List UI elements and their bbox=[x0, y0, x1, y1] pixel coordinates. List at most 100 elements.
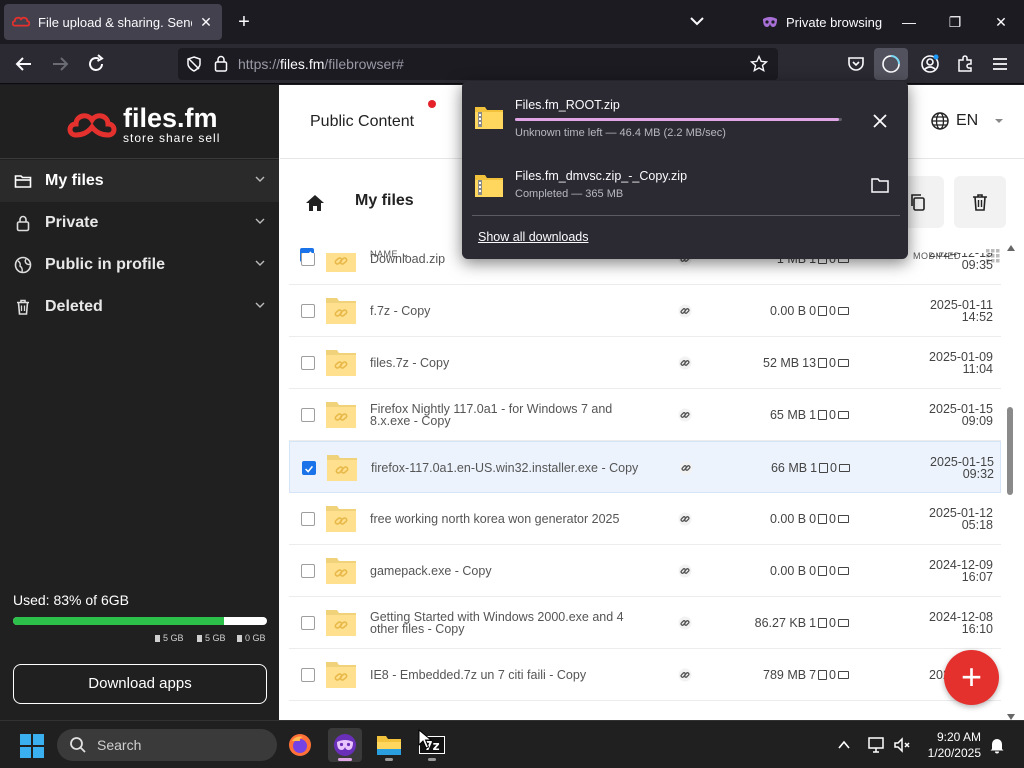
share-link-icon[interactable] bbox=[678, 512, 692, 526]
row-checkbox[interactable] bbox=[301, 564, 315, 578]
trash-icon bbox=[973, 194, 987, 211]
folder-icon bbox=[14, 175, 32, 188]
taskbar-firefox-private[interactable] bbox=[328, 728, 362, 762]
reload-icon[interactable] bbox=[86, 54, 106, 74]
download-progress-icon bbox=[882, 55, 900, 73]
row-checkbox[interactable] bbox=[301, 512, 315, 526]
pocket-icon[interactable] bbox=[846, 54, 866, 74]
table-row[interactable]: Getting Started with Windows 2000.exe an… bbox=[289, 597, 1001, 649]
file-name[interactable]: IE8 - Embedded.7z un 7 citi faili - Copy bbox=[370, 649, 650, 701]
share-link-icon[interactable] bbox=[678, 616, 692, 630]
file-name[interactable]: f.7z - Copy bbox=[370, 285, 650, 337]
file-size-info: 86.27 KB 1 0 bbox=[729, 616, 849, 630]
sidebar-item-label: Deleted bbox=[45, 298, 103, 315]
lock-icon[interactable] bbox=[214, 55, 228, 72]
show-in-folder-icon[interactable] bbox=[871, 177, 889, 193]
folder-count: 0 bbox=[829, 356, 836, 370]
extensions-puzzle-icon[interactable] bbox=[955, 54, 975, 74]
file-explorer-icon bbox=[377, 736, 401, 755]
shared-folder-icon bbox=[326, 610, 356, 636]
delete-button[interactable] bbox=[954, 176, 1006, 228]
table-row[interactable]: firefox-117.0a1.en-US.win32.installer.ex… bbox=[289, 441, 1001, 493]
table-row[interactable]: gamepack.exe - Copy 0.00 B 0 0 2024-12-09 16:… bbox=[289, 545, 1001, 597]
address-bar[interactable]: https://files.fm/filebrowser# bbox=[178, 48, 778, 80]
show-all-downloads-link[interactable]: Show all downloads bbox=[478, 230, 589, 244]
row-checkbox[interactable] bbox=[301, 668, 315, 682]
logo-tagline: store share sell bbox=[123, 131, 221, 145]
tracking-protection-shield-icon[interactable] bbox=[186, 56, 202, 72]
list-all-tabs-icon[interactable] bbox=[688, 12, 706, 30]
share-link-icon[interactable] bbox=[678, 356, 692, 370]
share-link-icon[interactable] bbox=[678, 564, 692, 578]
restore-button[interactable]: ❐ bbox=[943, 10, 967, 34]
tab-title: File upload & sharing. Send large files bbox=[38, 14, 192, 30]
file-name[interactable]: Getting Started with Windows 2000.exe an… bbox=[370, 597, 650, 649]
hamburger-menu-icon[interactable] bbox=[990, 54, 1010, 74]
bookmark-star-icon[interactable] bbox=[750, 55, 768, 73]
close-window-button[interactable]: ✕ bbox=[989, 10, 1013, 34]
table-row[interactable]: Firefox Nightly 117.0a1 - for Windows 7 … bbox=[289, 389, 1001, 441]
downloads-button[interactable] bbox=[874, 48, 908, 80]
chevron-down-icon bbox=[255, 302, 265, 308]
new-tab-icon[interactable]: + bbox=[234, 12, 254, 32]
tab-close-icon[interactable]: ✕ bbox=[198, 14, 214, 31]
account-icon[interactable] bbox=[920, 54, 940, 74]
row-checkbox[interactable] bbox=[301, 356, 315, 370]
volume-muted-icon[interactable] bbox=[893, 736, 911, 754]
row-checkbox[interactable] bbox=[301, 616, 315, 630]
cancel-download-icon[interactable] bbox=[870, 111, 890, 131]
back-arrow-icon[interactable] bbox=[14, 54, 34, 74]
sidebar-item-public-in-profile[interactable]: Public in profile bbox=[0, 244, 279, 286]
file-name[interactable]: files.7z - Copy bbox=[370, 337, 650, 389]
share-link-icon[interactable] bbox=[679, 461, 693, 475]
folder-count-icon bbox=[839, 464, 850, 472]
add-upload-button[interactable]: + bbox=[944, 650, 999, 705]
row-checkbox[interactable] bbox=[301, 253, 315, 266]
folder-count-icon bbox=[838, 567, 849, 575]
sidebar-item-deleted[interactable]: Deleted bbox=[0, 286, 279, 328]
storage-usage-bar bbox=[13, 617, 267, 625]
windows-start-icon[interactable] bbox=[20, 734, 44, 758]
row-checkbox[interactable] bbox=[301, 304, 315, 318]
share-link-icon[interactable] bbox=[678, 304, 692, 318]
storage-legend-item: 5 GB bbox=[155, 633, 184, 643]
cloud-logo-icon bbox=[67, 113, 117, 138]
system-clock[interactable]: 9:20 AM 1/20/2025 bbox=[925, 729, 981, 761]
chevron-up-icon[interactable] bbox=[837, 738, 851, 752]
forward-arrow-icon[interactable] bbox=[50, 54, 70, 74]
table-row[interactable]: f.7z - Copy 0.00 B 0 0 2025-01-11 14:52 bbox=[289, 285, 1001, 337]
sidebar-item-private[interactable]: Private bbox=[0, 202, 279, 244]
home-icon[interactable] bbox=[304, 192, 326, 214]
taskbar-file-explorer[interactable] bbox=[372, 728, 406, 762]
table-row[interactable]: free working north korea won generator 2… bbox=[289, 493, 1001, 545]
taskbar-firefox[interactable] bbox=[283, 728, 317, 762]
shared-folder-icon bbox=[326, 298, 356, 324]
table-row[interactable]: files.7z - Copy 52 MB 13 0 2025-01-09 11:04 bbox=[289, 337, 1001, 389]
sidebar-item-my-files[interactable]: My files bbox=[0, 160, 279, 202]
file-name[interactable]: gamepack.exe - Copy bbox=[370, 545, 650, 597]
table-row[interactable]: IE8 - Embedded.7z un 7 citi faili - Copy… bbox=[289, 649, 1001, 701]
language-selector[interactable]: EN bbox=[930, 111, 1004, 131]
folder-count: 0 bbox=[829, 512, 836, 526]
network-icon[interactable] bbox=[867, 736, 885, 754]
row-checkbox[interactable] bbox=[302, 461, 316, 475]
share-link-icon[interactable] bbox=[678, 408, 692, 422]
row-checkbox[interactable] bbox=[301, 408, 315, 422]
folder-count: 0 bbox=[829, 616, 836, 630]
zip-folder-icon bbox=[475, 107, 503, 129]
file-name[interactable]: free working north korea won generator 2… bbox=[370, 493, 650, 545]
modified-time: 16:07 bbox=[961, 570, 993, 584]
scrollbar-thumb[interactable] bbox=[1007, 407, 1013, 495]
modified-time: 11:04 bbox=[962, 362, 993, 376]
minimize-button[interactable]: — bbox=[897, 10, 921, 34]
notification-bell-icon[interactable] bbox=[988, 736, 1006, 754]
tab-strip: File upload & sharing. Send large files … bbox=[0, 0, 1024, 44]
file-name[interactable]: Firefox Nightly 117.0a1 - for Windows 7 … bbox=[370, 389, 650, 441]
public-content-link[interactable]: Public Content bbox=[310, 113, 414, 131]
active-tab[interactable]: File upload & sharing. Send large files … bbox=[4, 4, 222, 40]
share-link-icon[interactable] bbox=[678, 668, 692, 682]
file-name[interactable]: firefox-117.0a1.en-US.win32.installer.ex… bbox=[371, 442, 651, 494]
taskbar-search[interactable]: Search bbox=[57, 729, 277, 761]
files-fm-logo[interactable]: files.fm store share sell bbox=[66, 105, 220, 145]
download-apps-button[interactable]: Download apps bbox=[13, 664, 267, 704]
